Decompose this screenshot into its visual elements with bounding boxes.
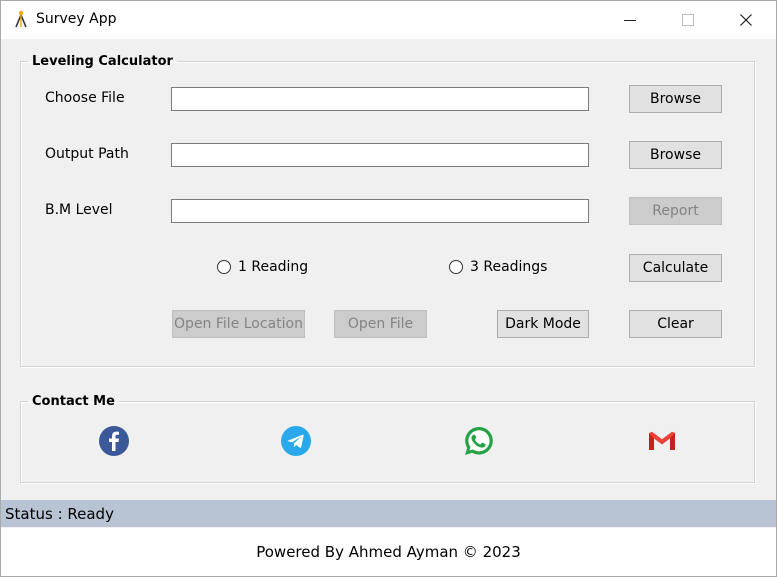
browse-file-button[interactable]: Browse (629, 85, 722, 113)
status-bar: Status : Ready (1, 500, 776, 527)
clear-button[interactable]: Clear (629, 310, 722, 338)
maximize-button[interactable] (659, 1, 717, 39)
radio-3-readings[interactable]: 3 Readings (449, 259, 547, 275)
status-text: Status : Ready (5, 504, 114, 523)
radio-3-readings-label: 3 Readings (470, 259, 548, 275)
footer-text: Powered By Ahmed Ayman © 2023 (256, 543, 521, 561)
minimize-icon (624, 19, 636, 21)
radio-1-reading-label: 1 Reading (238, 259, 309, 275)
surveyor-tripod-icon (15, 10, 27, 28)
gmail-icon[interactable] (646, 425, 678, 457)
telegram-icon[interactable] (280, 425, 312, 457)
leveling-calculator-legend: Leveling Calculator (32, 54, 173, 69)
output-path-input[interactable] (171, 143, 589, 167)
title-bar: Survey App (1, 1, 776, 39)
calculate-button[interactable]: Calculate (629, 254, 722, 282)
app-window: Survey App Leveling Calculator Choose Fi… (0, 0, 777, 577)
radio-1-reading[interactable]: 1 Reading (217, 259, 308, 275)
report-button[interactable]: Report (629, 197, 722, 225)
bm-level-label: B.M Level (45, 202, 113, 218)
browse-output-button[interactable]: Browse (629, 141, 722, 169)
facebook-icon[interactable] (98, 425, 130, 457)
maximize-icon (682, 14, 694, 26)
whatsapp-icon[interactable] (463, 425, 495, 457)
dark-mode-button[interactable]: Dark Mode (497, 310, 589, 338)
open-file-button[interactable]: Open File (334, 310, 427, 338)
window-title: Survey App (36, 11, 117, 27)
output-path-label: Output Path (45, 146, 129, 162)
close-button[interactable] (717, 1, 775, 39)
bm-level-input[interactable] (171, 199, 589, 223)
open-file-location-button[interactable]: Open File Location (172, 310, 305, 338)
close-icon (740, 14, 752, 26)
radio-circle[interactable] (449, 260, 463, 274)
footer: Powered By Ahmed Ayman © 2023 (1, 528, 776, 576)
minimize-button[interactable] (601, 1, 659, 39)
contact-group: Contact Me (20, 394, 755, 483)
contact-legend: Contact Me (32, 394, 115, 409)
radio-circle[interactable] (217, 260, 231, 274)
choose-file-input[interactable] (171, 87, 589, 111)
choose-file-label: Choose File (45, 90, 125, 106)
